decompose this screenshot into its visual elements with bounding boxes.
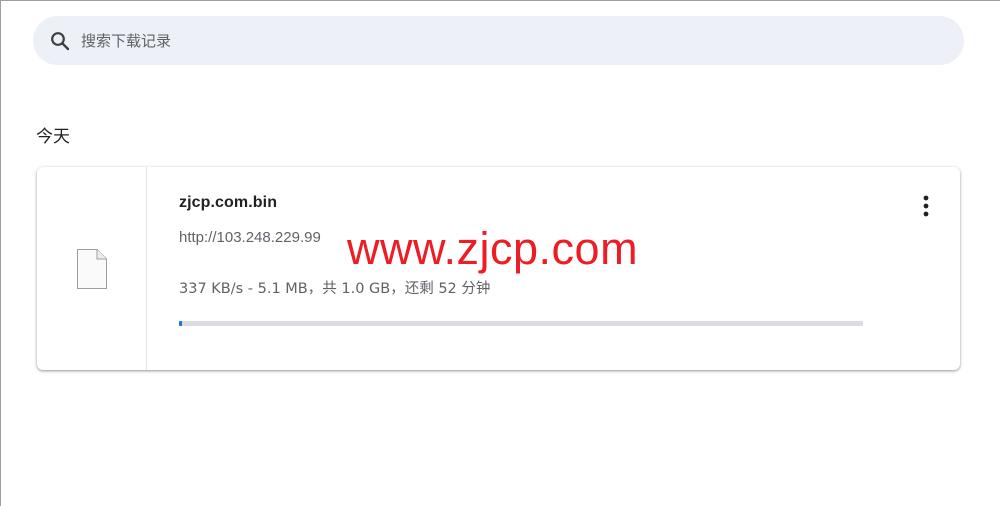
download-progress-fill [179,321,183,326]
more-actions-button[interactable] [914,191,938,221]
more-vert-icon [923,195,929,217]
file-source-url[interactable]: http://103.248.229.99 [179,229,321,246]
file-name-link[interactable]: zjcp.com.bin [179,194,277,212]
watermark-text: www.zjcp.com [347,223,639,274]
search-bar[interactable] [33,16,964,65]
download-progress-bar [179,321,863,326]
file-icon-column [37,167,147,370]
downloads-page: 今天 zjcp.com.bin http://103.248.229.99 33… [0,0,1000,506]
search-icon[interactable] [49,30,71,52]
download-status-text: 337 KB/s - 5.1 MB，共 1.0 GB，还剩 52 分钟 [179,281,491,297]
file-icon[interactable] [76,248,108,290]
search-input[interactable] [79,24,943,57]
section-heading-today: 今天 [36,127,70,147]
